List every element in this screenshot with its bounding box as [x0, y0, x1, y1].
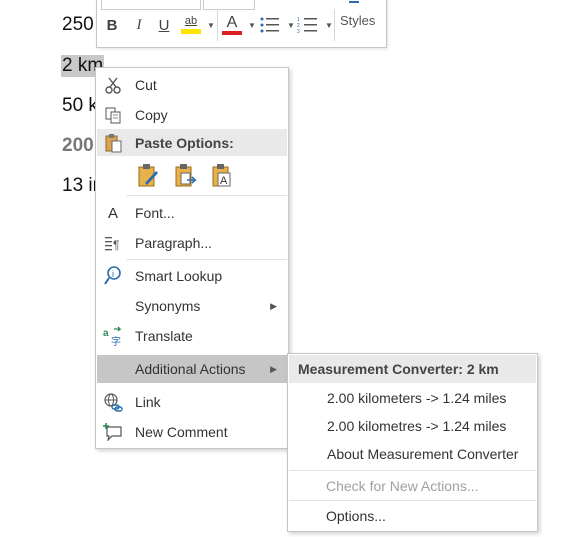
font-color-dropdown-icon[interactable]: ▼: [248, 21, 256, 30]
numbering-icon: 1 2 3: [297, 17, 317, 34]
menu-item-paragraph[interactable]: ¶ Paragraph...: [97, 229, 287, 257]
doc-line-50k: 50 k: [62, 95, 98, 116]
menu-item-synonyms[interactable]: Synonyms ▶: [97, 292, 287, 320]
highlight-button[interactable]: ab: [179, 15, 203, 35]
menu-item-new-comment-label: New Comment: [135, 424, 228, 440]
svg-text:¶: ¶: [113, 238, 119, 251]
menu-item-cut-label: Cut: [135, 77, 157, 93]
highlight-label: ab: [184, 15, 198, 27]
svg-text:A: A: [220, 175, 228, 187]
menu-item-copy-label: Copy: [135, 107, 168, 123]
menu-item-font[interactable]: A Font...: [97, 199, 287, 227]
font-color-button[interactable]: A: [221, 13, 243, 35]
toolbar-divider: [217, 9, 218, 41]
mini-toolbar: B I U ab ▼ A ▼ ▼ 1 2 3 ▼ Styles: [96, 0, 387, 48]
paste-keep-source-formatting-icon[interactable]: [136, 163, 160, 189]
paste-options-label: Paste Options:: [135, 135, 234, 151]
menu-item-synonyms-label: Synonyms: [135, 298, 201, 314]
italic-button[interactable]: I: [130, 15, 148, 35]
menu-item-link-label: Link: [135, 394, 161, 410]
menu-item-copy[interactable]: Copy: [97, 101, 287, 129]
menu-item-font-label: Font...: [135, 205, 175, 221]
new-comment-icon: [103, 422, 123, 442]
submenu-header: Measurement Converter: 2 km: [289, 355, 536, 383]
menu-separator: [126, 259, 287, 260]
submenu-item-kilometres[interactable]: 2.00 kilometres -> 1.24 miles: [289, 412, 536, 440]
font-size-box[interactable]: [203, 0, 255, 10]
bold-button[interactable]: B: [103, 15, 121, 35]
submenu-item-label: Options...: [326, 508, 386, 524]
paste-options-row: Paste Options:: [97, 129, 287, 157]
bullets-button[interactable]: [258, 15, 282, 35]
menu-item-paragraph-label: Paragraph...: [135, 235, 213, 251]
highlight-dropdown-icon[interactable]: ▼: [207, 21, 215, 30]
submenu-separator: [289, 500, 536, 501]
doc-line-200: 200: [62, 135, 94, 156]
menu-item-smart-lookup[interactable]: i Smart Lookup: [97, 262, 287, 290]
styles-button[interactable]: Styles: [340, 13, 375, 28]
smart-lookup-icon: i: [103, 266, 123, 286]
submenu-item-label: 2.00 kilometres -> 1.24 miles: [327, 418, 507, 434]
submenu-item-label: 2.00 kilometers -> 1.24 miles: [327, 390, 507, 406]
menu-item-cut[interactable]: Cut: [97, 71, 287, 99]
translate-icon: a字: [103, 326, 123, 346]
context-menu: Cut Copy Paste Options: A A Font... ¶ Pa…: [95, 67, 289, 449]
menu-separator: [126, 195, 287, 196]
menu-item-additional-actions-label: Additional Actions: [135, 361, 246, 377]
chevron-right-icon: ▶: [270, 300, 277, 311]
underline-button[interactable]: U: [155, 15, 173, 35]
copy-icon: [103, 105, 123, 125]
font-color-swatch: [222, 30, 242, 35]
submenu-item-kilometers[interactable]: 2.00 kilometers -> 1.24 miles: [289, 384, 536, 412]
scissors-icon: [103, 75, 123, 95]
svg-text:a: a: [103, 328, 109, 339]
submenu-separator: [289, 470, 536, 471]
submenu-header-label: Measurement Converter: 2 km: [298, 361, 499, 377]
paste-icon: [103, 133, 123, 153]
toolbar-divider: [334, 9, 335, 41]
submenu-item-options[interactable]: Options...: [289, 502, 536, 530]
menu-item-translate-label: Translate: [135, 328, 193, 344]
menu-item-smart-lookup-label: Smart Lookup: [135, 268, 223, 284]
bullets-dropdown-icon[interactable]: ▼: [287, 21, 295, 30]
font-icon: A: [107, 204, 118, 222]
svg-text:i: i: [112, 269, 114, 279]
font-name-box[interactable]: [101, 0, 201, 10]
menu-item-new-comment[interactable]: New Comment: [97, 418, 287, 446]
submenu-item-check-actions: Check for New Actions...: [289, 472, 536, 500]
font-color-label: A: [226, 13, 238, 31]
paste-merge-formatting-icon[interactable]: [173, 163, 197, 189]
highlight-color-swatch: [181, 29, 201, 34]
submenu-item-label: Check for New Actions...: [326, 478, 479, 494]
doc-line-250: 250: [62, 14, 94, 35]
menu-item-translate[interactable]: a字 Translate: [97, 322, 287, 350]
submenu-item-about[interactable]: About Measurement Converter: [289, 440, 536, 468]
numbering-button[interactable]: 1 2 3: [296, 15, 320, 35]
submenu-item-label: About Measurement Converter: [327, 446, 519, 462]
numbering-dropdown-icon[interactable]: ▼: [325, 21, 333, 30]
bullets-icon: [260, 17, 279, 33]
chevron-right-icon: ▶: [270, 363, 277, 374]
menu-item-link[interactable]: Link: [97, 388, 287, 416]
paragraph-icon: ¶: [103, 233, 123, 253]
additional-actions-submenu: Measurement Converter: 2 km 2.00 kilomet…: [287, 353, 538, 532]
paste-keep-text-only-icon[interactable]: A: [210, 163, 234, 189]
styles-icon[interactable]: [349, 0, 359, 3]
link-icon: [103, 392, 123, 412]
svg-text:3: 3: [297, 29, 300, 34]
svg-text:字: 字: [111, 335, 121, 346]
menu-item-additional-actions[interactable]: Additional Actions ▶: [97, 355, 287, 383]
